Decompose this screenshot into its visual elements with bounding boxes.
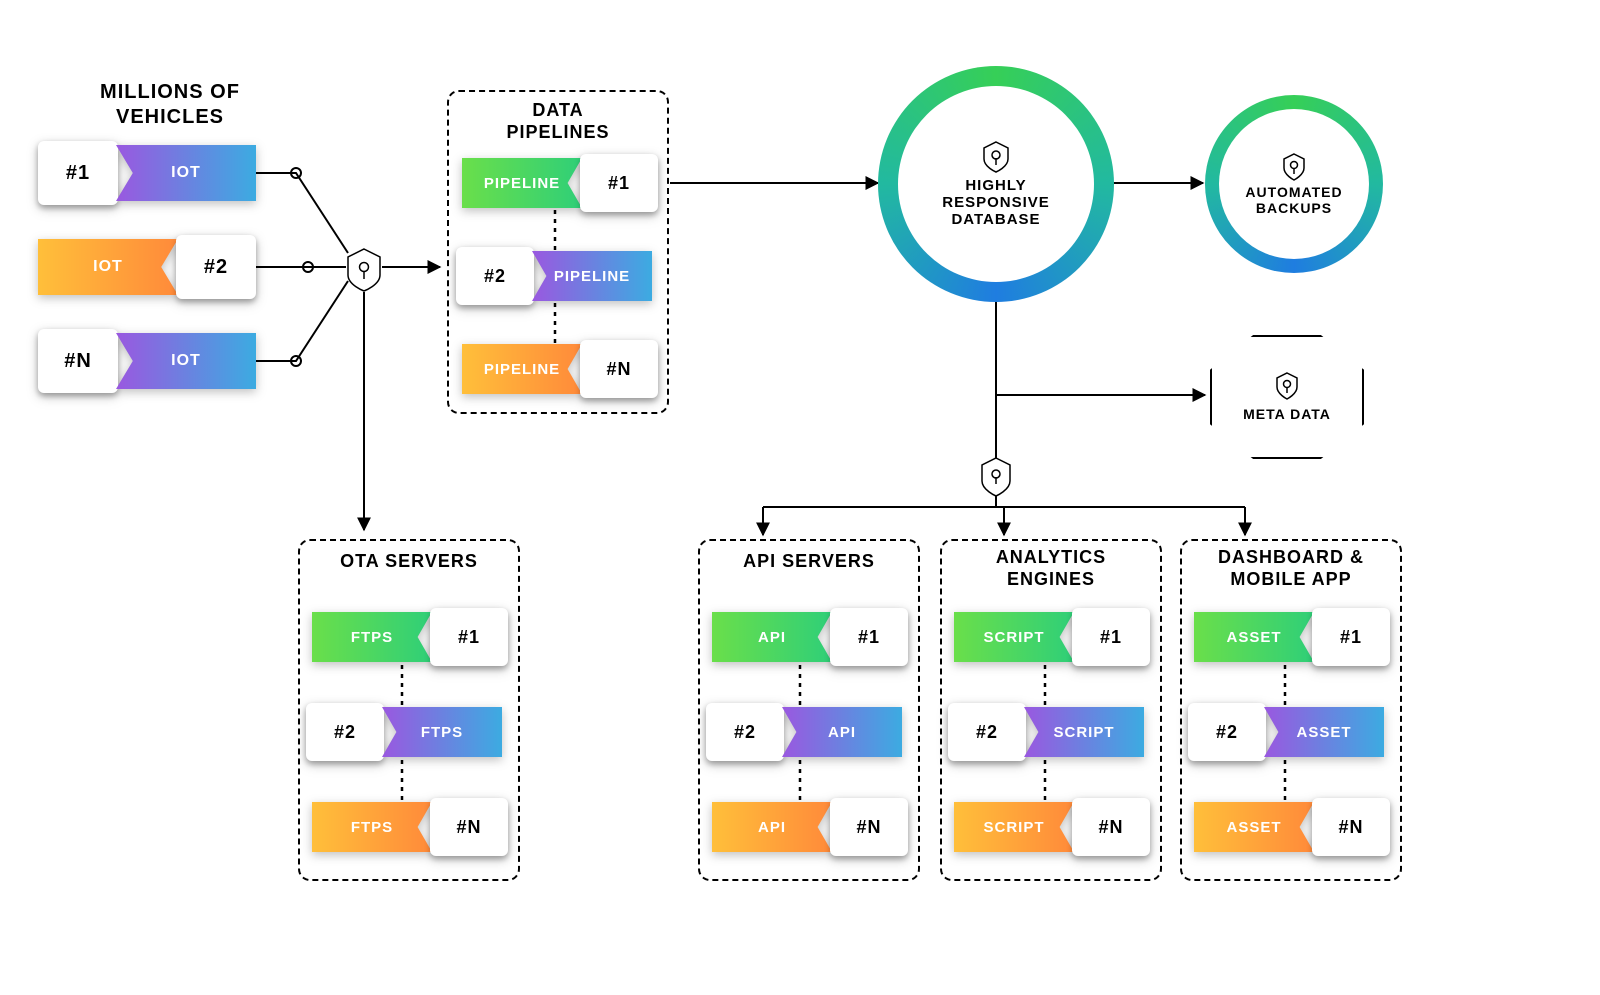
api-tag-n: #N — [830, 798, 908, 856]
metadata-label: META DATA — [1243, 406, 1331, 422]
shield-icon — [1282, 153, 1306, 181]
api-tag-1: #1 — [830, 608, 908, 666]
architecture-diagram: MILLIONS OF VEHICLES #1 IOT IOT #2 #N IO… — [0, 0, 1600, 995]
pipeline-item-2: #2 PIPELINE — [462, 251, 652, 301]
vehicle-ribbon-2: IOT — [38, 239, 178, 295]
ota-ribbon-n: FTPS — [312, 802, 432, 852]
pipeline-ribbon-1: PIPELINE — [462, 158, 582, 208]
dashboard-ribbon-1: ASSET — [1194, 612, 1314, 662]
vehicle-item-n: #N IOT — [46, 333, 261, 389]
vehicle-tag-2: #2 — [176, 235, 256, 299]
metadata-node: META DATA — [1210, 335, 1364, 459]
database-label: HIGHLY RESPONSIVE DATABASE — [942, 177, 1050, 228]
dashboard-tag-n: #N — [1312, 798, 1390, 856]
vehicle-item-1: #1 IOT — [46, 145, 261, 201]
analytics-ribbon-1: SCRIPT — [954, 612, 1074, 662]
pipeline-tag-1: #1 — [580, 154, 658, 212]
analytics-ribbon-2: SCRIPT — [1024, 707, 1144, 757]
api-item-1: API #1 — [712, 612, 902, 662]
analytics-tag-2: #2 — [948, 703, 1026, 761]
pipeline-ribbon-n: PIPELINE — [462, 344, 582, 394]
ota-item-n: FTPS #N — [312, 802, 502, 852]
vehicle-ribbon-1: IOT — [116, 145, 256, 201]
analytics-title: ANALYTICS ENGINES — [942, 547, 1160, 590]
api-title: API SERVERS — [700, 551, 918, 573]
dashboard-title: DASHBOARD & MOBILE APP — [1182, 547, 1400, 590]
lock-shield-icon — [1275, 372, 1299, 400]
analytics-tag-1: #1 — [1072, 608, 1150, 666]
shield-icon — [982, 458, 1010, 496]
ota-title: OTA SERVERS — [300, 551, 518, 573]
dashboard-ribbon-n: ASSET — [1194, 802, 1314, 852]
analytics-item-1: SCRIPT #1 — [954, 612, 1144, 662]
ota-tag-1: #1 — [430, 608, 508, 666]
ota-item-1: FTPS #1 — [312, 612, 502, 662]
shield-icon — [982, 141, 1010, 173]
vehicle-item-2: IOT #2 — [46, 239, 261, 295]
api-item-n: API #N — [712, 802, 902, 852]
ota-ribbon-2: FTPS — [382, 707, 502, 757]
api-item-2: #2 API — [712, 707, 902, 757]
dashboard-tag-1: #1 — [1312, 608, 1390, 666]
pipeline-tag-n: #N — [580, 340, 658, 398]
pipeline-ribbon-2: PIPELINE — [532, 251, 652, 301]
analytics-tag-n: #N — [1072, 798, 1150, 856]
api-ribbon-n: API — [712, 802, 832, 852]
dashboard-item-n: ASSET #N — [1194, 802, 1384, 852]
backups-ring: AUTOMATED BACKUPS — [1205, 95, 1383, 273]
analytics-item-n: SCRIPT #N — [954, 802, 1144, 852]
api-tag-2: #2 — [706, 703, 784, 761]
vehicle-ribbon-n: IOT — [116, 333, 256, 389]
dashboard-ribbon-2: ASSET — [1264, 707, 1384, 757]
ota-ribbon-1: FTPS — [312, 612, 432, 662]
api-ribbon-1: API — [712, 612, 832, 662]
database-ring: HIGHLY RESPONSIVE DATABASE — [878, 66, 1114, 302]
pipeline-item-1: PIPELINE #1 — [462, 158, 652, 208]
ota-tag-n: #N — [430, 798, 508, 856]
shield-icon — [348, 249, 380, 291]
analytics-item-2: #2 SCRIPT — [954, 707, 1144, 757]
dashboard-tag-2: #2 — [1188, 703, 1266, 761]
vehicle-tag-1: #1 — [38, 141, 118, 205]
dashboard-item-1: ASSET #1 — [1194, 612, 1384, 662]
dashboard-item-2: #2 ASSET — [1194, 707, 1384, 757]
vehicle-tag-n: #N — [38, 329, 118, 393]
backups-label: AUTOMATED BACKUPS — [1245, 184, 1342, 216]
ota-tag-2: #2 — [306, 703, 384, 761]
api-ribbon-2: API — [782, 707, 902, 757]
vehicles-title: MILLIONS OF VEHICLES — [70, 80, 270, 130]
pipelines-title: DATA PIPELINES — [449, 100, 667, 143]
pipeline-tag-2: #2 — [456, 247, 534, 305]
analytics-ribbon-n: SCRIPT — [954, 802, 1074, 852]
ota-item-2: #2 FTPS — [312, 707, 502, 757]
pipeline-item-n: PIPELINE #N — [462, 344, 652, 394]
